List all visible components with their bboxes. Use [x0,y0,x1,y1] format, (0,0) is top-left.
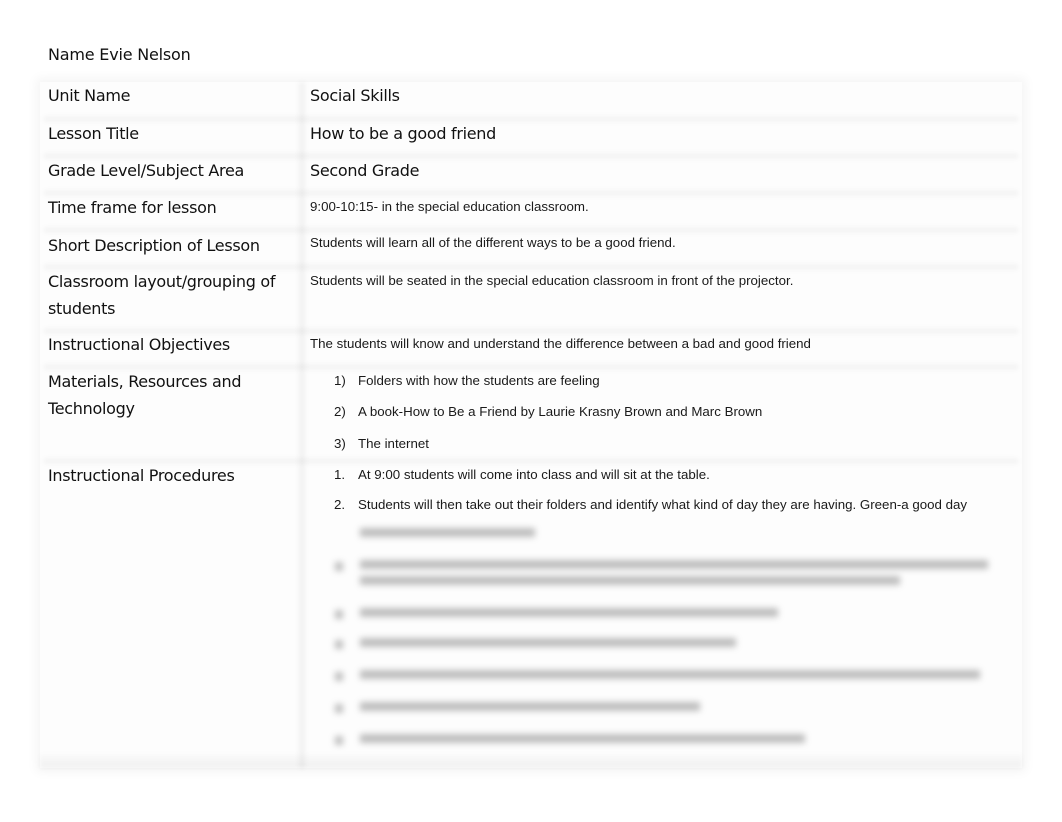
table-row-classroom-layout: Classroom layout/grouping of students St… [40,268,1022,331]
row-label: Time frame for lesson [48,198,217,217]
table-row-objectives: Instructional Objectives The students wi… [40,331,1022,368]
list-text: Folders with how the students are feelin… [358,373,600,388]
table-row-procedures: Instructional Procedures 1. At 9:00 stud… [40,462,1022,768]
list-text: The internet [358,436,429,451]
list-number: 1. [334,467,346,482]
list-text: At 9:00 students will come into class an… [358,467,710,482]
row-value: The students will know and understand th… [310,336,811,351]
name-value: Evie Nelson [99,45,191,64]
list-number: 2) [334,404,346,419]
table-row-materials: Materials, Resources and Technology 1) F… [40,368,1022,464]
row-value: Social Skills [310,86,400,105]
table-row-lesson-title: Lesson Title How to be a good friend [40,120,1022,157]
table-row-unit-name: Unit Name Social Skills [40,82,1022,120]
row-value: Students will be seated in the special e… [310,273,794,288]
row-value: Students will learn all of the different… [310,235,676,250]
list-number: 1) [334,373,346,388]
row-label: Instructional Procedures [48,466,235,485]
row-value: How to be a good friend [310,124,496,143]
table-row-short-description: Short Description of Lesson Students wil… [40,231,1022,268]
table-row-grade-level: Grade Level/Subject Area Second Grade [40,157,1022,194]
row-label: Classroom layout/grouping of students [48,272,276,318]
row-label: Lesson Title [48,124,139,143]
list-text: A book-How to Be a Friend by Laurie Kras… [358,404,763,419]
student-name-line: Name Evie Nelson [48,45,191,64]
row-value: 9:00-10:15- in the special education cla… [310,199,589,214]
table-row-time-frame: Time frame for lesson 9:00-10:15- in the… [40,194,1022,230]
row-label: Grade Level/Subject Area [48,161,245,180]
row-label: Materials, Resources and Technology [48,372,242,418]
list-number: 3) [334,436,346,451]
name-label: Name [48,45,95,64]
row-label: Unit Name [48,86,131,105]
row-label: Short Description of Lesson [48,236,260,255]
row-label: Instructional Objectives [48,335,230,354]
blurred-content [40,522,1022,762]
lesson-plan-table: Unit Name Social Skills Lesson Title How… [40,82,1022,768]
row-value: Second Grade [310,161,420,180]
list-number: 2. [334,497,346,512]
table-bottom-edge [40,754,1022,768]
list-text: Students will then take out their folder… [358,497,968,512]
